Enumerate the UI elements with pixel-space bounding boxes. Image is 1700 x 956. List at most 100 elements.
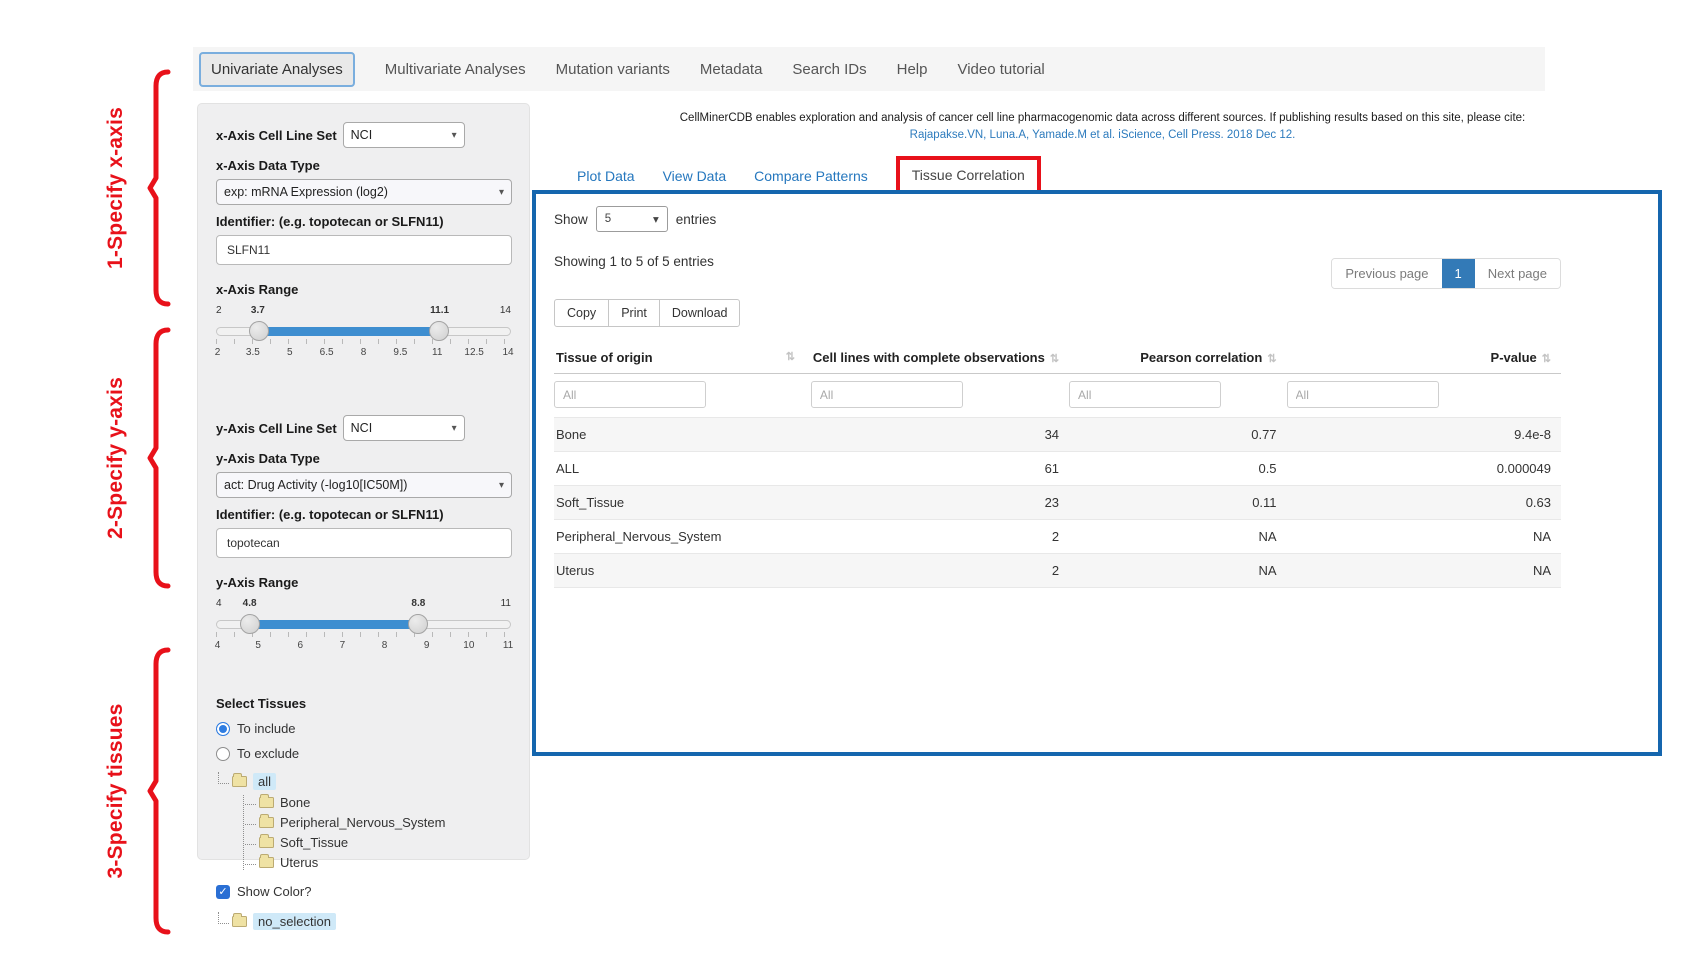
tab-compare-patterns[interactable]: Compare Patterns bbox=[754, 168, 868, 184]
tree-connector bbox=[218, 912, 229, 924]
x-range-high-value: 11.1 bbox=[430, 305, 449, 316]
table-row: Soft_Tissue 23 0.11 0.63 bbox=[554, 486, 1561, 520]
sort-icon[interactable]: ⇅ bbox=[1050, 353, 1059, 365]
y-axis-cell-line-set-select[interactable]: NCI ▾ bbox=[343, 415, 465, 441]
nav-tab-video-tutorial[interactable]: Video tutorial bbox=[957, 61, 1044, 78]
radio-unselected-icon bbox=[216, 747, 230, 761]
y-range-high-value: 8.8 bbox=[411, 598, 425, 609]
x-range-min: 2 bbox=[216, 305, 222, 316]
tab-tissue-correlation[interactable]: Tissue Correlation bbox=[912, 167, 1025, 183]
radio-to-exclude[interactable]: To exclude bbox=[216, 746, 511, 761]
y-range-max: 11 bbox=[501, 598, 511, 609]
tab-view-data[interactable]: View Data bbox=[663, 168, 727, 184]
x-axis-data-type-select[interactable]: exp: mRNA Expression (log2) ▾ bbox=[216, 179, 512, 205]
export-button-group: Copy Print Download bbox=[554, 299, 1561, 327]
x-axis-cell-line-set-label: x-Axis Cell Line Set bbox=[216, 128, 337, 143]
tree-connector bbox=[245, 793, 256, 805]
page: 1-Specify x-axis 2-Specify y-axis 3-Spec… bbox=[0, 0, 1700, 956]
chevron-down-icon: ▾ bbox=[499, 187, 504, 198]
tree-node-all[interactable]: all bbox=[216, 773, 511, 790]
tree-connector bbox=[245, 813, 256, 825]
download-button[interactable]: Download bbox=[659, 299, 741, 327]
table-row: Peripheral_Nervous_System 2 NA NA bbox=[554, 520, 1561, 554]
y-axis-identifier-label: Identifier: (e.g. topotecan or SLFN11) bbox=[216, 507, 511, 522]
column-header-p-value[interactable]: P-value⇅ bbox=[1287, 341, 1561, 374]
column-header-pearson-correlation[interactable]: Pearson correlation⇅ bbox=[1069, 341, 1287, 374]
slider-low-handle[interactable] bbox=[240, 614, 260, 634]
correlation-table: Tissue of origin⇅ Cell lines with comple… bbox=[554, 341, 1561, 588]
copy-button[interactable]: Copy bbox=[554, 299, 609, 327]
next-page-button[interactable]: Next page bbox=[1475, 259, 1560, 288]
citation-link[interactable]: Rajapakse.VN, Luna.A, Yamade.M et al. iS… bbox=[545, 127, 1660, 144]
selection-tree: no_selection bbox=[216, 913, 511, 930]
y-axis-data-type-select[interactable]: act: Drug Activity (-log10[IC50M]) ▾ bbox=[216, 472, 512, 498]
top-navbar: Univariate Analyses Multivariate Analyse… bbox=[193, 47, 1545, 91]
y-axis-range-label: y-Axis Range bbox=[216, 575, 511, 590]
y-range-low-value: 4.8 bbox=[243, 598, 257, 609]
nav-tab-search-ids[interactable]: Search IDs bbox=[792, 61, 866, 78]
x-axis-identifier-input[interactable] bbox=[216, 235, 512, 265]
chevron-down-icon: ▾ bbox=[653, 212, 659, 226]
citation-text: CellMinerCDB enables exploration and ana… bbox=[545, 110, 1660, 127]
slider-track[interactable] bbox=[216, 620, 511, 629]
slider-track[interactable] bbox=[216, 327, 511, 336]
nav-tab-help[interactable]: Help bbox=[897, 61, 928, 78]
x-axis-range-slider[interactable]: 2 3.7 11.1 14 2 3.5 5 6.5 8 9.5 11 12.5 … bbox=[216, 305, 511, 363]
filter-p-value-input[interactable] bbox=[1287, 381, 1439, 408]
citation: CellMinerCDB enables exploration and ana… bbox=[545, 110, 1660, 145]
pagination: Previous page 1 Next page bbox=[1331, 258, 1561, 289]
x-axis-identifier-label: Identifier: (e.g. topotecan or SLFN11) bbox=[216, 214, 511, 229]
y-axis-range-slider[interactable]: 4 4.8 8.8 11 4 5 6 7 8 9 10 11 bbox=[216, 598, 511, 656]
tree-connector bbox=[245, 853, 256, 865]
x-axis-data-type-label: x-Axis Data Type bbox=[216, 158, 511, 173]
sort-icon[interactable]: ⇅ bbox=[786, 350, 795, 363]
nav-tab-metadata[interactable]: Metadata bbox=[700, 61, 763, 78]
show-label: Show bbox=[554, 212, 588, 227]
nav-tab-mutation-variants[interactable]: Mutation variants bbox=[556, 61, 670, 78]
tissue-correlation-panel: Show 5 ▾ entries Showing 1 to 5 of 5 ent… bbox=[532, 190, 1662, 756]
tree-node-no-selection[interactable]: no_selection bbox=[216, 913, 511, 930]
x-axis-cell-line-set-select[interactable]: NCI ▾ bbox=[343, 122, 465, 148]
nav-tab-univariate-analyses[interactable]: Univariate Analyses bbox=[199, 52, 355, 87]
x-range-low-value: 3.7 bbox=[251, 305, 265, 316]
tree-node-uterus[interactable]: Uterus bbox=[243, 855, 511, 870]
nav-tab-multivariate-analyses[interactable]: Multivariate Analyses bbox=[385, 61, 526, 78]
slider-low-handle[interactable] bbox=[249, 321, 269, 341]
slider-high-handle[interactable] bbox=[408, 614, 428, 634]
print-button[interactable]: Print bbox=[608, 299, 660, 327]
table-row: ALL 61 0.5 0.000049 bbox=[554, 452, 1561, 486]
folder-icon bbox=[259, 797, 274, 808]
result-tabs: Plot Data View Data Compare Patterns Tis… bbox=[577, 158, 1041, 194]
column-header-cell-lines[interactable]: Cell lines with complete observations⇅ bbox=[811, 341, 1069, 374]
radio-selected-icon bbox=[216, 722, 230, 736]
checkbox-checked-icon: ✓ bbox=[216, 885, 230, 899]
slider-tick-labels: 2 3.5 5 6.5 8 9.5 11 12.5 14 bbox=[216, 347, 511, 360]
column-header-tissue-of-origin[interactable]: Tissue of origin⇅ bbox=[554, 341, 811, 374]
tab-plot-data[interactable]: Plot Data bbox=[577, 168, 635, 184]
filter-pearson-input[interactable] bbox=[1069, 381, 1221, 408]
tree-connector bbox=[218, 772, 229, 784]
filter-row bbox=[554, 374, 1561, 418]
step1-bracket bbox=[148, 68, 172, 308]
y-axis-identifier-input[interactable] bbox=[216, 528, 512, 558]
page-1-button[interactable]: 1 bbox=[1442, 259, 1475, 288]
step3-bracket bbox=[148, 646, 172, 936]
slider-high-handle[interactable] bbox=[429, 321, 449, 341]
red-highlight-box: Tissue Correlation bbox=[896, 156, 1041, 194]
filter-cell-lines-input[interactable] bbox=[811, 381, 963, 408]
show-color-checkbox[interactable]: ✓ Show Color? bbox=[216, 884, 511, 899]
table-row: Uterus 2 NA NA bbox=[554, 554, 1561, 588]
sort-icon[interactable]: ⇅ bbox=[1542, 353, 1551, 365]
step2-bracket bbox=[148, 326, 172, 590]
filter-tissue-input[interactable] bbox=[554, 381, 706, 408]
x-range-max: 14 bbox=[500, 305, 511, 316]
chevron-down-icon: ▾ bbox=[452, 423, 457, 434]
previous-page-button[interactable]: Previous page bbox=[1332, 259, 1441, 288]
table-row: Bone 34 0.77 9.4e-8 bbox=[554, 418, 1561, 452]
tree-node-peripheral-nervous-system[interactable]: Peripheral_Nervous_System bbox=[243, 815, 511, 830]
sort-icon[interactable]: ⇅ bbox=[1267, 353, 1276, 365]
tree-node-soft-tissue[interactable]: Soft_Tissue bbox=[243, 835, 511, 850]
entries-count-select[interactable]: 5 ▾ bbox=[596, 206, 668, 232]
radio-to-include[interactable]: To include bbox=[216, 721, 511, 736]
tree-node-bone[interactable]: Bone bbox=[243, 795, 511, 810]
